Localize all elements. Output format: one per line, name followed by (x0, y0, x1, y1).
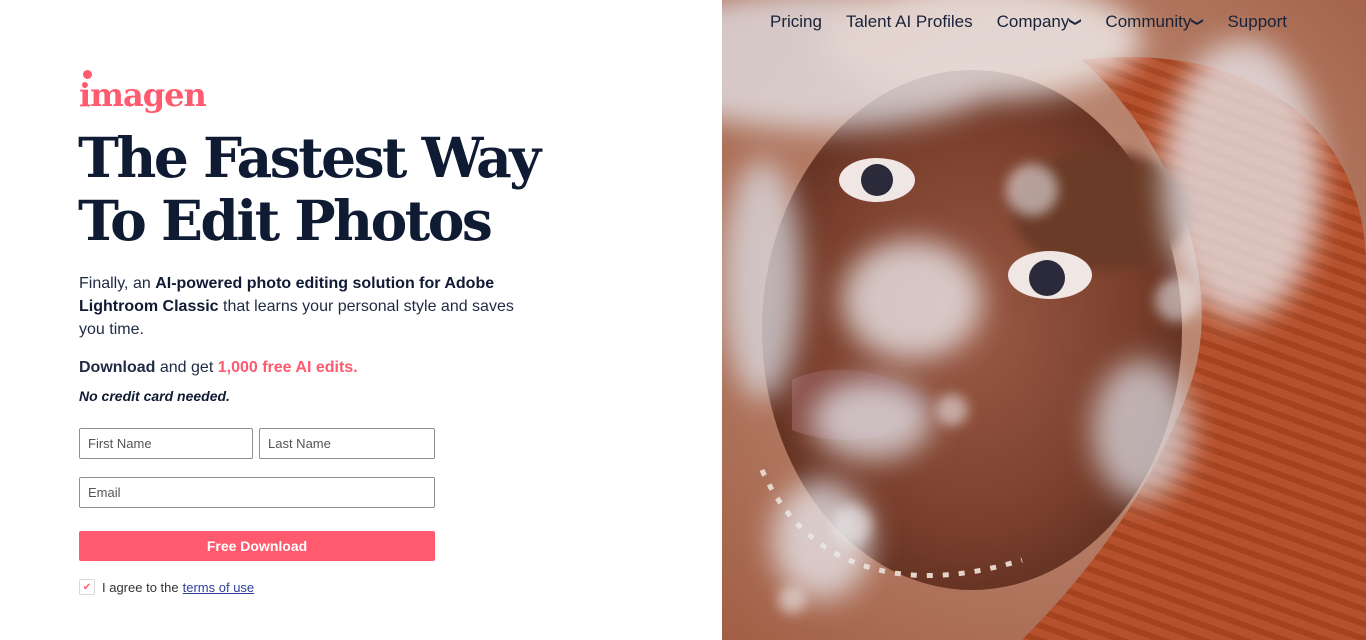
offer-text: Download and get 1,000 free AI edits. (79, 357, 358, 379)
nav-company-label: Company (996, 12, 1070, 31)
portrait-photo (722, 0, 1366, 640)
nav-pricing-label: Pricing (770, 12, 822, 31)
hero-image (722, 0, 1366, 640)
email-field[interactable] (79, 477, 435, 508)
agree-label: I agree to the (102, 579, 179, 595)
top-navigation: Pricing Talent AI Profiles Company ❯ Comm… (770, 10, 1311, 34)
nav-community-label: Community (1105, 12, 1192, 31)
imagen-logo[interactable]: imagen (79, 70, 209, 118)
terms-of-use-link[interactable]: terms of use (183, 580, 255, 595)
nav-company[interactable]: Company ❯ (996, 10, 1084, 34)
first-name-field[interactable] (79, 428, 253, 459)
chevron-down-icon: ❯ (1069, 17, 1084, 27)
offer-mid: and get (155, 359, 218, 376)
offer-accent: 1,000 free AI edits. (217, 359, 358, 376)
nav-talent-ai-profiles[interactable]: Talent AI Profiles (846, 10, 973, 34)
checkmark-icon: ✔ (82, 581, 92, 593)
nav-support-label: Support (1227, 12, 1287, 31)
nav-community[interactable]: Community ❯ (1105, 10, 1206, 34)
free-download-button[interactable]: Free Download (79, 531, 435, 561)
last-name-field[interactable] (259, 428, 435, 459)
agree-checkbox[interactable]: ✔ (79, 579, 95, 595)
hero-description: Finally, an AI-powered photo editing sol… (79, 272, 519, 341)
nav-pricing[interactable]: Pricing (770, 10, 822, 34)
lead-text-1: Finally, an (79, 275, 156, 292)
nav-support[interactable]: Support (1227, 10, 1287, 34)
terms-agreement: ✔ I agree to the terms of use (79, 579, 254, 595)
headline-line-2: To Edit Photos (78, 188, 493, 253)
offer-bold: Download (79, 359, 156, 376)
chevron-down-icon: ❯ (1191, 17, 1206, 27)
no-credit-card-note: No credit card needed. (79, 388, 230, 404)
page-title: The Fastest Way To Edit Photos (78, 126, 548, 252)
headline-line-1: The Fastest Way (78, 125, 541, 190)
nav-talent-label: Talent AI Profiles (845, 12, 973, 31)
logo-text: imagen (79, 76, 207, 114)
left-panel: imagen The Fastest Way To Edit Photos Fi… (0, 0, 722, 640)
